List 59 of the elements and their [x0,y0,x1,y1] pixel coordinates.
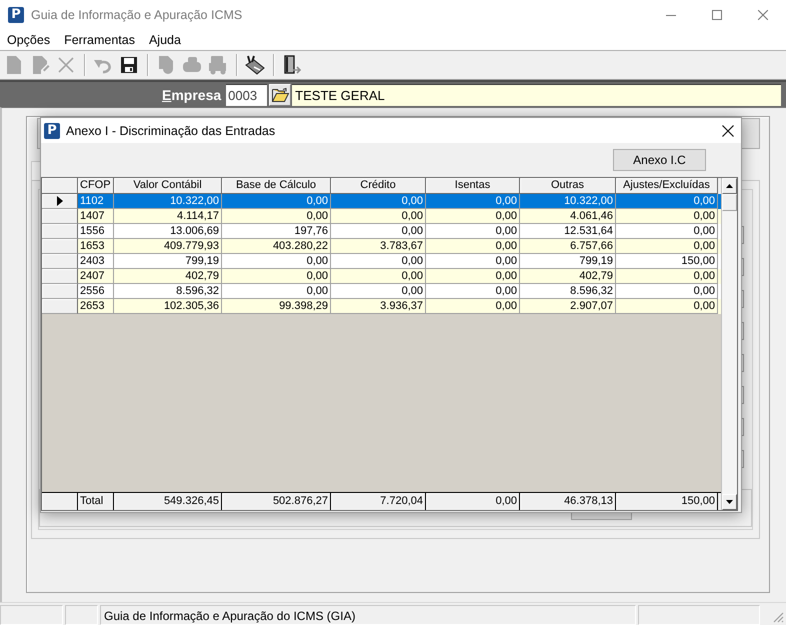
menu-item[interactable]: Ajuda [142,33,188,47]
table-cell: 2653 [78,299,114,314]
table-cell: 0,00 [426,299,520,314]
column-header[interactable]: Crédito [331,178,426,194]
scroll-up-button[interactable] [722,178,737,194]
caret-up-icon [726,184,733,188]
table-cell: 99.398,29 [222,299,331,314]
table-cell: 3.936,37 [331,299,426,314]
app-logo: P [44,122,60,138]
column-header[interactable]: Outras [520,178,616,194]
menu-item[interactable]: Ferramentas [57,33,142,47]
table-row[interactable]: 1556 13.006,69 197,76 0,00 0,00 12.531,64 0,00 [42,224,722,239]
tool-icon[interactable] [245,55,265,75]
close-icon[interactable] [722,124,734,136]
table-row[interactable]: 2556 8.596,32 0,00 0,00 0,00 8.596,32 0,00 [42,284,722,299]
menu-item[interactable]: Opções [0,33,58,47]
total-cell: 502.876,27 [222,493,331,510]
dialog-title: Anexo I - Discriminação das Entradas [66,124,276,138]
caret-down-icon [726,500,733,504]
company-name-field[interactable]: TESTE GERAL [292,84,781,106]
column-header[interactable]: Ajustes/Excluídas [616,178,718,194]
status-text: Guia de Informação e Apuração do ICMS (GIA) [100,605,636,625]
annex-button[interactable]: Anexo I.C [613,149,706,171]
total-cell: 549.326,45 [114,493,222,510]
table-cell: 102.305,36 [114,299,222,314]
column-header[interactable]: Isentas [426,178,520,194]
total-cell: 46.378,13 [520,493,616,510]
scroll-down-button[interactable] [722,494,737,510]
company-code-field[interactable]: 0003 [226,84,268,106]
scrollbar-thumb[interactable] [722,194,737,211]
total-cell: 7.720,04 [331,493,426,510]
table-row[interactable]: 2403 799,19 0,00 0,00 0,00 799,19 150,00 [42,254,722,269]
column-header[interactable]: CFOP [78,178,114,194]
table-cell: 0,00 [616,299,718,314]
minimize-icon[interactable] [666,14,676,16]
status-panel [0,605,63,625]
table-row[interactable]: 1102 10.322,00 0,00 0,00 0,00 10.322,00 0,00 [42,194,722,209]
column-header[interactable]: Base de Cálculo [222,178,331,194]
door-exit-icon[interactable] [282,55,302,75]
column-header[interactable]: Valor Contábil [114,178,222,194]
maximize-icon[interactable] [712,10,722,20]
resize-grip-icon[interactable] [773,612,784,623]
app-logo: P [8,7,24,23]
save-icon[interactable] [119,55,139,75]
table-cell: 2.907,07 [520,299,616,314]
table-row[interactable]: 1407 4.114,17 0,00 0,00 0,00 4.061,46 0,00 [42,209,722,224]
table-row[interactable]: 2407 402,79 0,00 0,00 0,00 402,79 0,00 [42,269,722,284]
company-label: Empresa [162,86,222,102]
table-row[interactable]: 2653 102.305,36 99.398,29 3.936,37 0,00 2.907,07 0,00 [42,299,722,314]
total-cell: Total [78,493,114,510]
row-header[interactable] [42,194,78,209]
total-cell: 150,00 [616,493,718,510]
total-cell: 0,00 [426,493,520,510]
status-panel [65,605,98,625]
open-company-button[interactable] [269,84,292,106]
table-row[interactable]: 1653 409.779,93 403.280,22 3.783,67 0,00 6.757,66 0,00 [42,239,722,254]
window-title: Guia de Informação e Apuração ICMS [31,8,242,22]
row-pointer-icon [56,196,62,206]
folder-open-icon [272,88,289,102]
